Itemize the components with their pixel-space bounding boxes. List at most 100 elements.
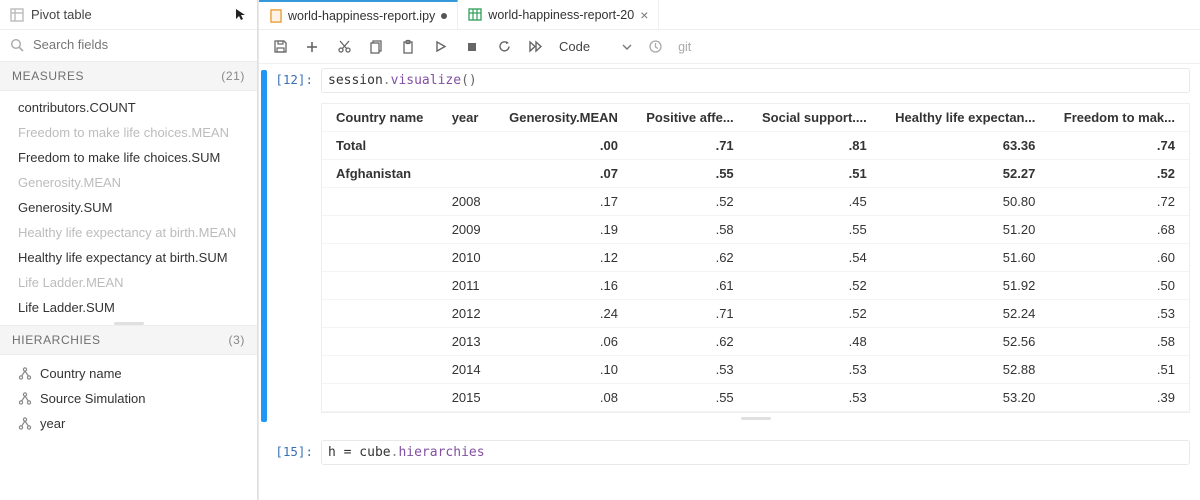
output-resize-handle[interactable] bbox=[321, 413, 1190, 424]
cell-value: 50.80 bbox=[881, 188, 1050, 216]
cell-value: .52 bbox=[632, 188, 748, 216]
cell-value: .12 bbox=[495, 244, 632, 272]
paste-button[interactable] bbox=[399, 38, 417, 56]
cell-country bbox=[322, 328, 438, 356]
cell-value: 52.88 bbox=[881, 356, 1050, 384]
measure-item[interactable]: contributors.COUNT bbox=[0, 95, 257, 120]
cut-button[interactable] bbox=[335, 38, 353, 56]
table-header[interactable]: Freedom to mak... bbox=[1049, 104, 1189, 132]
notebook-body: [12]: session.visualize() Country nameye… bbox=[259, 64, 1200, 500]
table-row[interactable]: 2014.10.53.5352.88.51 bbox=[322, 356, 1189, 384]
cell-country bbox=[322, 356, 438, 384]
table-row[interactable]: 2013.06.62.4852.56.58 bbox=[322, 328, 1189, 356]
cell-15[interactable]: [15]: h = cube.hierarchies bbox=[259, 436, 1200, 469]
sidebar: Pivot table MEASURES (21) contributors.C… bbox=[0, 0, 258, 500]
chevron-down-icon bbox=[622, 42, 632, 52]
dirty-dot-icon bbox=[441, 13, 447, 19]
cell-value: .53 bbox=[632, 356, 748, 384]
table-row[interactable]: Afghanistan.07.55.5152.27.52 bbox=[322, 160, 1189, 188]
measure-item[interactable]: Healthy life expectancy at birth.MEAN bbox=[0, 220, 257, 245]
pivot-output-table[interactable]: Country nameyearGenerosity.MEANPositive … bbox=[321, 103, 1190, 413]
code-editor-12[interactable]: session.visualize() bbox=[321, 68, 1190, 93]
notebook-toolbar: Code git bbox=[259, 30, 1200, 64]
git-label[interactable]: git bbox=[678, 40, 691, 54]
cell-year: 2013 bbox=[438, 328, 495, 356]
hierarchy-icon bbox=[18, 392, 32, 405]
cell-value: .45 bbox=[748, 188, 881, 216]
cell-year: 2012 bbox=[438, 300, 495, 328]
measures-list[interactable]: contributors.COUNTFreedom to make life c… bbox=[0, 91, 257, 321]
run-all-button[interactable] bbox=[527, 38, 545, 56]
search-row[interactable] bbox=[0, 30, 257, 61]
hierarchies-header[interactable]: HIERARCHIES (3) bbox=[0, 325, 257, 355]
cell-value: 52.24 bbox=[881, 300, 1050, 328]
hierarchy-label: Source Simulation bbox=[40, 391, 146, 406]
cell-type-select[interactable]: Code bbox=[559, 39, 632, 54]
measure-item[interactable]: Life Ladder.SUM bbox=[0, 295, 257, 320]
search-input[interactable] bbox=[31, 36, 247, 53]
cell-country bbox=[322, 244, 438, 272]
restart-button[interactable] bbox=[495, 38, 513, 56]
tab[interactable]: world-happiness-report-20× bbox=[458, 0, 659, 29]
measure-item[interactable]: Generosity.MEAN bbox=[0, 170, 257, 195]
measure-item[interactable]: Freedom to make life choices.MEAN bbox=[0, 120, 257, 145]
table-header[interactable]: Country name bbox=[322, 104, 438, 132]
cell-country: Total bbox=[322, 132, 438, 160]
cell-value: .55 bbox=[632, 160, 748, 188]
stop-button[interactable] bbox=[463, 38, 481, 56]
cell-value: 51.20 bbox=[881, 216, 1050, 244]
hierarchy-item[interactable]: year bbox=[0, 411, 257, 436]
table-row[interactable]: 2012.24.71.5252.24.53 bbox=[322, 300, 1189, 328]
add-cell-button[interactable] bbox=[303, 38, 321, 56]
cell-value: .72 bbox=[1049, 188, 1189, 216]
hierarchies-list[interactable]: Country name Source Simulation year bbox=[0, 355, 257, 442]
cell-value: .17 bbox=[495, 188, 632, 216]
app-root: Pivot table MEASURES (21) contributors.C… bbox=[0, 0, 1200, 500]
cell-value: .62 bbox=[632, 328, 748, 356]
table-row[interactable]: 2010.12.62.5451.60.60 bbox=[322, 244, 1189, 272]
history-button[interactable] bbox=[646, 38, 664, 56]
cell-gutter bbox=[259, 68, 269, 424]
code-editor-15[interactable]: h = cube.hierarchies bbox=[321, 440, 1190, 465]
cell-value: .55 bbox=[632, 384, 748, 412]
cell-year: 2011 bbox=[438, 272, 495, 300]
save-button[interactable] bbox=[271, 38, 289, 56]
measure-item[interactable]: Life Ladder.MEAN bbox=[0, 270, 257, 295]
cell-year bbox=[438, 160, 495, 188]
close-icon[interactable]: × bbox=[640, 8, 648, 22]
cell-body-15: h = cube.hierarchies bbox=[321, 440, 1190, 465]
sidebar-title: Pivot table bbox=[31, 7, 92, 22]
tab-bar: world-happiness-report.ipyworld-happines… bbox=[259, 0, 1200, 30]
prompt-15: [15]: bbox=[269, 440, 321, 465]
measure-item[interactable]: Generosity.SUM bbox=[0, 195, 257, 220]
copy-button[interactable] bbox=[367, 38, 385, 56]
cell-country bbox=[322, 216, 438, 244]
table-row[interactable]: 2015.08.55.5353.20.39 bbox=[322, 384, 1189, 412]
table-row[interactable]: 2011.16.61.5251.92.50 bbox=[322, 272, 1189, 300]
measure-item[interactable]: Healthy life expectancy at birth.SUM bbox=[0, 245, 257, 270]
cell-value: 52.27 bbox=[881, 160, 1050, 188]
measure-item[interactable]: Freedom to make life choices.SUM bbox=[0, 145, 257, 170]
table-header[interactable]: Social support.... bbox=[748, 104, 881, 132]
run-button[interactable] bbox=[431, 38, 449, 56]
measure-item[interactable]: Log GDP per capita.MEAN bbox=[0, 320, 257, 321]
search-icon bbox=[10, 38, 24, 52]
cell-value: .19 bbox=[495, 216, 632, 244]
table-row[interactable]: 2008.17.52.4550.80.72 bbox=[322, 188, 1189, 216]
cell-value: .07 bbox=[495, 160, 632, 188]
table-header[interactable]: Generosity.MEAN bbox=[495, 104, 632, 132]
table-header[interactable]: Healthy life expectan... bbox=[881, 104, 1050, 132]
hierarchy-item[interactable]: Country name bbox=[0, 361, 257, 386]
cell-year: 2009 bbox=[438, 216, 495, 244]
hierarchy-item[interactable]: Source Simulation bbox=[0, 386, 257, 411]
cell-value: .24 bbox=[495, 300, 632, 328]
table-row[interactable]: Total.00.71.8163.36.74 bbox=[322, 132, 1189, 160]
table-header[interactable]: year bbox=[438, 104, 495, 132]
measures-header[interactable]: MEASURES (21) bbox=[0, 61, 257, 91]
table-header[interactable]: Positive affe... bbox=[632, 104, 748, 132]
tab[interactable]: world-happiness-report.ipy bbox=[259, 0, 458, 29]
hierarchies-header-label: HIERARCHIES bbox=[12, 333, 101, 347]
cell-year: 2008 bbox=[438, 188, 495, 216]
table-row[interactable]: 2009.19.58.5551.20.68 bbox=[322, 216, 1189, 244]
cell-12[interactable]: [12]: session.visualize() Country nameye… bbox=[259, 64, 1200, 428]
